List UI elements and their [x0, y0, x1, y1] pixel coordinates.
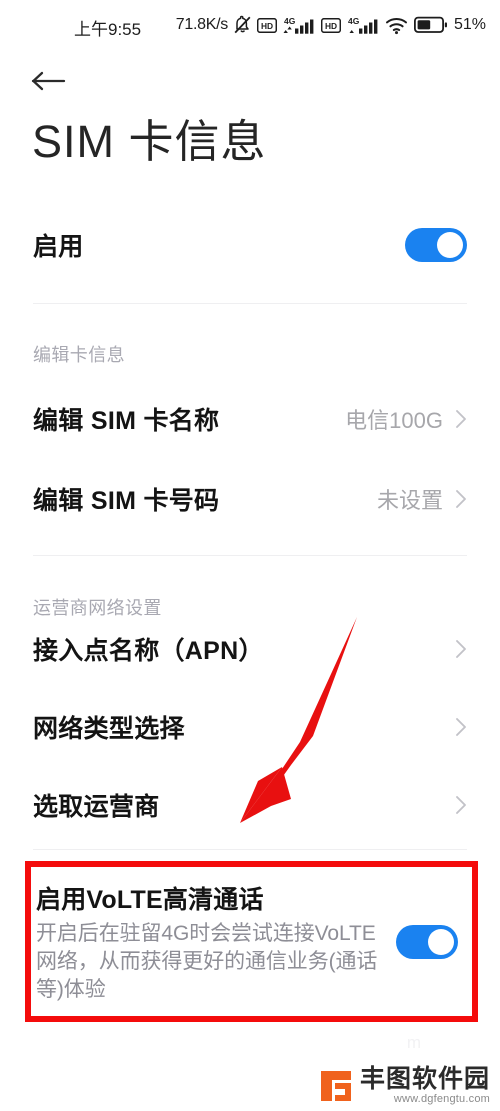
row-edit-sim-name[interactable]: 编辑 SIM 卡名称 电信100G: [0, 397, 500, 441]
4g-signal-icon: 4G: [348, 16, 378, 34]
battery-percent-text: 51%: [453, 16, 486, 33]
divider: [33, 303, 467, 304]
back-button[interactable]: [30, 64, 76, 98]
divider: [33, 849, 467, 850]
watermark-site-name: 丰图软件园: [359, 1065, 490, 1093]
hd-icon: HD: [256, 17, 277, 33]
volte-toggle[interactable]: [396, 925, 458, 959]
svg-text:HD: HD: [261, 21, 273, 31]
row-edit-sim-name-label: 编辑 SIM 卡名称: [33, 407, 220, 435]
watermark-url: www.dgfengtu.com: [393, 1093, 490, 1105]
enable-toggle[interactable]: [405, 228, 467, 262]
row-volte-label: 启用VoLTE高清通话: [36, 886, 264, 915]
wifi-icon: [385, 18, 407, 35]
row-edit-sim-number[interactable]: 编辑 SIM 卡号码 未设置: [0, 477, 500, 521]
row-enable-label: 启用: [33, 233, 84, 261]
svg-text:4G: 4G: [348, 16, 360, 26]
fengtu-logo-icon: [320, 1071, 351, 1101]
page-title: SIM 卡信息: [32, 116, 267, 167]
row-apn-label: 接入点名称（APN）: [33, 637, 264, 665]
svg-text:4G: 4G: [284, 16, 296, 26]
svg-text:HD: HD: [325, 21, 337, 31]
chevron-right-icon: [456, 796, 466, 814]
chevron-right-icon: [456, 410, 466, 428]
watermark-text-block: 丰图软件园 www.dgfengtu.com: [360, 1067, 490, 1105]
mute-icon: [234, 15, 251, 34]
phone-screen: 上午9:55 71.8K/s HD 4G HD 4G 51% SIM 卡信息 启…: [0, 0, 500, 1111]
toggle-knob: [437, 232, 463, 258]
toggle-knob: [428, 929, 454, 955]
hd-icon: HD: [320, 17, 341, 33]
network-speed-text: 71.8K/s: [175, 16, 228, 33]
row-edit-sim-number-label: 编辑 SIM 卡号码: [33, 487, 220, 515]
volte-text-block: 启用VoLTE高清通话 开启后在驻留4G时会尝试连接VoLTE网络，从而获得更好…: [36, 880, 396, 1003]
chevron-right-icon: [456, 640, 466, 658]
row-edit-sim-number-value: 未设置: [376, 488, 443, 513]
row-network-type-label: 网络类型选择: [33, 715, 185, 743]
divider: [33, 555, 467, 556]
row-select-carrier-label: 选取运营商: [33, 793, 160, 821]
row-apn[interactable]: 接入点名称（APN）: [0, 625, 500, 673]
battery-icon: [413, 16, 447, 33]
status-bar-indicators: 71.8K/s HD 4G HD 4G 51%: [176, 14, 486, 36]
watermark-ghost-text: m: [406, 1033, 422, 1052]
section-heading-carrier-network: 运营商网络设置: [33, 598, 162, 618]
row-volte-description: 开启后在驻留4G时会尝试连接VoLTE网络，从而获得更好的通信业务(通话等)体验: [36, 922, 378, 1001]
back-arrow-icon: [31, 71, 66, 91]
section-heading-card-info: 编辑卡信息: [33, 345, 125, 365]
status-bar-time: 上午9:55: [74, 20, 142, 39]
row-enable[interactable]: 启用: [0, 219, 500, 271]
status-bar: 上午9:55 71.8K/s HD 4G HD 4G 51%: [0, 0, 500, 52]
row-network-type[interactable]: 网络类型选择: [0, 703, 500, 751]
watermark: 丰图软件园 www.dgfengtu.com: [319, 1067, 490, 1105]
chevron-right-icon: [456, 718, 466, 736]
row-edit-sim-name-value: 电信100G: [345, 408, 443, 433]
row-volte[interactable]: 启用VoLTE高清通话 开启后在驻留4G时会尝试连接VoLTE网络，从而获得更好…: [36, 872, 468, 1012]
chevron-right-icon: [456, 490, 466, 508]
row-select-carrier[interactable]: 选取运营商: [0, 781, 500, 829]
4g-signal-icon: 4G: [283, 16, 314, 34]
